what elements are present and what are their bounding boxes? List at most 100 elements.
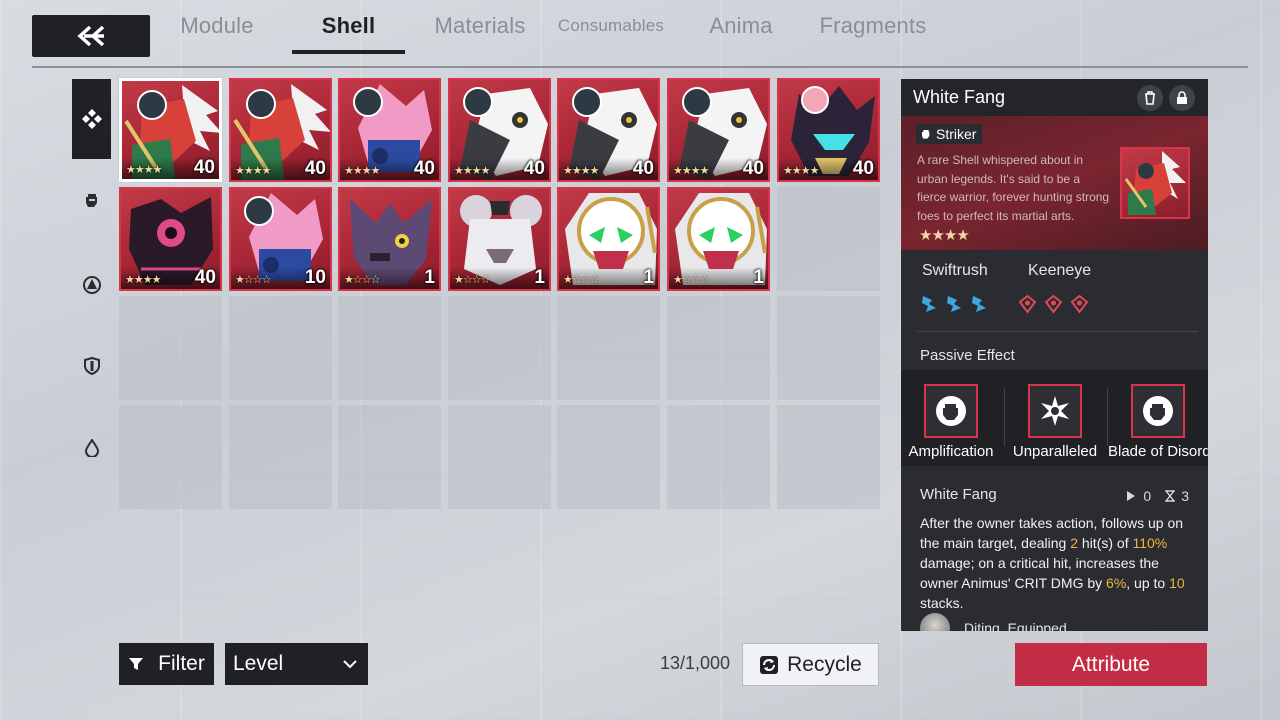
drop-icon — [84, 439, 99, 457]
shell-card[interactable]: ★★★★ 40 — [229, 78, 332, 182]
card-level: 1 — [534, 267, 545, 288]
tab-consumables[interactable]: Consumables — [558, 0, 664, 52]
empty-slot — [777, 296, 880, 400]
filter-label: Filter — [158, 652, 205, 675]
passive-effect-title: Passive Effect — [920, 347, 1015, 364]
play-icon — [1127, 491, 1136, 501]
sidebar-item-support[interactable] — [72, 408, 111, 488]
empty-slot — [229, 405, 332, 509]
skill-cooldown: 3 — [1181, 488, 1189, 504]
owner-name: Diting — [964, 620, 1000, 631]
skill-value-stacks: 10 — [1169, 575, 1185, 591]
recycle-button[interactable]: Recycle — [742, 643, 879, 686]
passive-blade-of-disorder[interactable]: Blade of Disorder — [1108, 384, 1208, 460]
skill-name: White Fang — [920, 486, 997, 503]
keeneye-icon — [1018, 294, 1037, 314]
empty-slot — [448, 296, 551, 400]
tab-materials[interactable]: Materials — [434, 0, 525, 52]
empty-slot — [119, 405, 222, 509]
shell-name: White Fang — [913, 87, 1006, 107]
sort-dropdown[interactable]: Level — [225, 643, 368, 685]
filter-button[interactable]: Filter — [119, 643, 214, 685]
empty-slot — [338, 296, 441, 400]
skill-value-hits: 2 — [1070, 535, 1079, 551]
card-stars: ★☆☆☆ — [235, 274, 271, 286]
shell-card[interactable]: ★★★★ 40 — [118, 77, 223, 183]
divider — [917, 331, 1198, 332]
attribute-button[interactable]: Attribute — [1015, 643, 1207, 686]
card-stars: ★★★★ — [454, 165, 490, 177]
tab-divider — [32, 66, 1248, 68]
passive-label: Amplification — [908, 443, 994, 460]
sidebar-item-all[interactable] — [72, 79, 111, 159]
type-badge: Striker — [916, 124, 983, 144]
fist-icon — [85, 194, 97, 207]
empty-slot — [448, 405, 551, 509]
type-label: Striker — [936, 126, 977, 142]
card-stars: ★★★★ — [673, 165, 709, 177]
shell-card[interactable]: ★☆☆☆ 1 — [338, 187, 441, 291]
burst-icon — [1028, 384, 1082, 438]
shell-card[interactable]: ★★★★ 40 — [119, 187, 222, 291]
passive-amplification[interactable]: Amplification — [901, 384, 1001, 460]
empty-slot — [338, 405, 441, 509]
empty-slot — [229, 296, 332, 400]
tab-module[interactable]: Module — [180, 0, 253, 52]
swiftrush-icon — [947, 296, 961, 312]
passive-unparalleled[interactable]: Unparalleled — [1005, 384, 1105, 460]
shell-card[interactable]: ★☆☆☆ 10 — [229, 187, 332, 291]
shell-card[interactable]: ★★★★ 40 — [448, 78, 551, 182]
swiftrush-icon — [972, 296, 986, 312]
shell-card[interactable]: ★★★★ 40 — [667, 78, 770, 182]
lock-button[interactable] — [1169, 85, 1195, 111]
sidebar-item-target[interactable] — [72, 245, 111, 325]
tab-anima[interactable]: Anima — [709, 0, 772, 52]
card-stars: ★★★★ — [235, 165, 271, 177]
skill-text: , up to — [1126, 575, 1170, 591]
shell-card[interactable]: ★☆☆☆ 1 — [448, 187, 551, 291]
skill-meta: 0 3 — [1126, 488, 1189, 504]
attribute-label: Attribute — [1071, 652, 1151, 676]
passive-label: Blade of Disorder — [1108, 443, 1208, 460]
card-level: 40 — [194, 267, 216, 288]
fist-icon — [924, 384, 978, 438]
avatar — [920, 613, 950, 631]
tab-fragments[interactable]: Fragments — [820, 0, 927, 52]
passive-effects: Amplification Unparalleled Blade of Diso… — [901, 370, 1208, 466]
back-button[interactable] — [32, 15, 150, 57]
sidebar-item-guard[interactable] — [72, 326, 111, 406]
shell-card[interactable]: ★☆☆☆ 1 — [557, 187, 660, 291]
owner-status: Equipped — [1007, 620, 1067, 631]
swiftrush-icon — [922, 296, 936, 312]
empty-slot — [557, 296, 660, 400]
card-stars: ★☆☆☆ — [454, 274, 490, 286]
equipped-owner: Diting Equipped — [920, 613, 1067, 631]
trait-keeneye-label: Keeneye — [1028, 262, 1092, 279]
passive-label: Unparalleled — [1012, 443, 1098, 460]
shell-description: A rare Shell whispered about in urban le… — [917, 153, 1110, 223]
all-icon — [81, 109, 102, 129]
card-stars: ★☆☆☆ — [563, 274, 599, 286]
discard-button[interactable] — [1137, 85, 1163, 111]
trait-keeneye-icons — [1018, 294, 1089, 314]
recycle-icon — [760, 655, 779, 674]
description-box: Striker A rare Shell whispered about in … — [901, 116, 1208, 250]
empty-slot — [557, 405, 660, 509]
sidebar-item-striker[interactable] — [72, 160, 111, 240]
empty-slot — [777, 405, 880, 509]
card-stars: ★★★★ — [563, 165, 599, 177]
card-stars: ★★★★ — [344, 165, 380, 177]
keeneye-icon — [1044, 294, 1063, 314]
shell-card[interactable]: ★★★★ 40 — [338, 78, 441, 182]
trash-icon — [1145, 91, 1155, 105]
shell-card[interactable]: ★☆☆☆ 1 — [667, 187, 770, 291]
shell-card[interactable]: ★★★★ 40 — [777, 78, 880, 182]
card-stars: ★★★★ — [125, 274, 161, 286]
empty-slot — [667, 296, 770, 400]
tab-shell[interactable]: Shell — [292, 0, 405, 54]
shell-card[interactable]: ★★★★ 40 — [557, 78, 660, 182]
target-icon — [82, 276, 101, 294]
skill-description: After the owner takes action, follows up… — [920, 513, 1190, 613]
rarity-stars: ★★★★ — [919, 227, 970, 244]
hourglass-icon — [1165, 490, 1176, 502]
